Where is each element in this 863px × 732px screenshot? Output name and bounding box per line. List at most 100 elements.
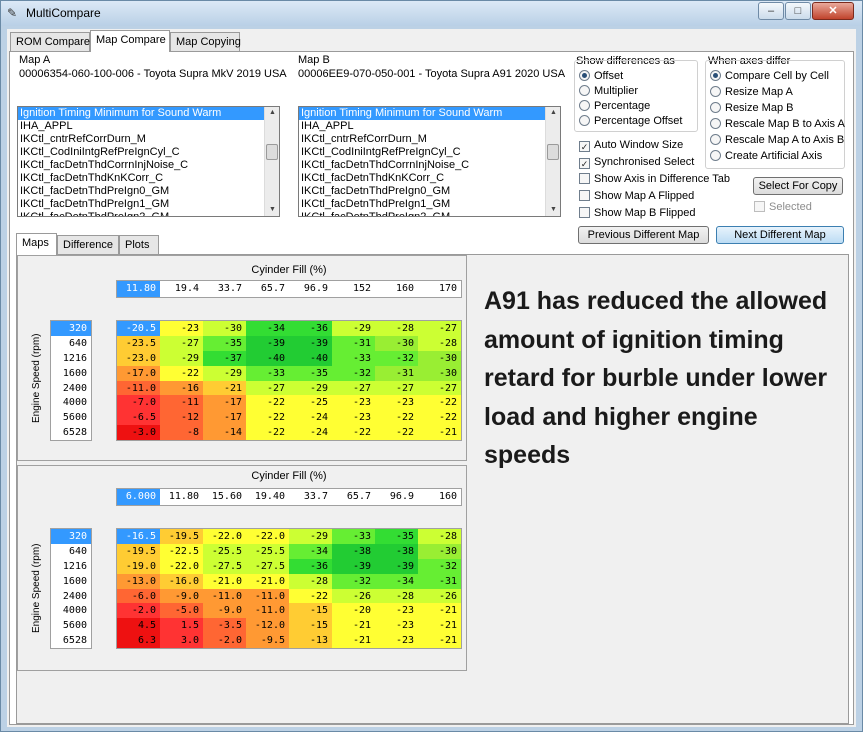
map-cell[interactable]: -5.0 bbox=[160, 603, 203, 619]
map-cell[interactable]: -14 bbox=[203, 425, 246, 441]
scroll-thumb[interactable] bbox=[266, 144, 278, 160]
map-cell[interactable]: -35 bbox=[375, 529, 418, 544]
map-cell[interactable]: -12 bbox=[160, 410, 203, 426]
radio-option[interactable]: Rescale Map A to Axis B bbox=[710, 133, 844, 147]
list-item[interactable]: IKCtl_facDetnThdPreIgn1_GM bbox=[299, 198, 560, 211]
map-cell[interactable]: -28 bbox=[418, 335, 461, 351]
map-cell[interactable]: -9.0 bbox=[203, 603, 246, 619]
map-cell[interactable]: -16 bbox=[160, 380, 203, 396]
radio-option[interactable]: Resize Map A bbox=[710, 85, 793, 99]
map-cell[interactable]: -23 bbox=[160, 321, 203, 336]
map-cell[interactable]: -26 bbox=[418, 588, 461, 604]
list-item[interactable]: Ignition Timing Minimum for Sound Warm bbox=[299, 107, 560, 120]
scroll-up-icon[interactable]: ▲ bbox=[546, 107, 560, 119]
map-cell[interactable]: -11.0 bbox=[117, 380, 160, 396]
map-cell[interactable]: -32 bbox=[332, 365, 375, 381]
map-cell[interactable]: -22 bbox=[246, 425, 289, 441]
map-cell[interactable]: -19.0 bbox=[117, 558, 160, 574]
map-cell[interactable]: -29 bbox=[289, 380, 332, 396]
map-cell[interactable]: -27.5 bbox=[246, 558, 289, 574]
tab-plots[interactable]: Plots bbox=[119, 235, 159, 255]
map-a-scrollbar[interactable]: ▲ ▼ bbox=[264, 107, 279, 216]
x-axis-cell[interactable]: 6.000 bbox=[117, 489, 160, 505]
map-cell[interactable]: -3.5 bbox=[203, 618, 246, 634]
map-cell[interactable]: -3.0 bbox=[117, 425, 160, 441]
x-axis-cell[interactable]: 19.4 bbox=[160, 281, 203, 297]
map-cell[interactable]: -32 bbox=[418, 558, 461, 574]
map-cell[interactable]: -27 bbox=[246, 380, 289, 396]
map-cell[interactable]: -21 bbox=[418, 618, 461, 634]
map-cell[interactable]: -22 bbox=[289, 588, 332, 604]
map-cell[interactable]: -13.0 bbox=[117, 573, 160, 589]
map-cell[interactable]: -21 bbox=[418, 603, 461, 619]
map-cell[interactable]: -21 bbox=[418, 633, 461, 649]
map-cell[interactable]: -30 bbox=[203, 321, 246, 336]
map-cell[interactable]: -22 bbox=[375, 410, 418, 426]
x-axis-cell[interactable]: 96.9 bbox=[289, 281, 332, 297]
map-cell[interactable]: 6.3 bbox=[117, 633, 160, 649]
map-cell[interactable]: -34 bbox=[246, 321, 289, 336]
map-cell[interactable]: -12.0 bbox=[246, 618, 289, 634]
x-axis-cell[interactable]: 65.7 bbox=[246, 281, 289, 297]
map-cell[interactable]: -21 bbox=[332, 633, 375, 649]
map-cell[interactable]: -35 bbox=[203, 335, 246, 351]
map-cell[interactable]: -39 bbox=[332, 558, 375, 574]
y-axis-cell[interactable]: 6528 bbox=[51, 425, 91, 440]
list-item[interactable]: IKCtl_CodIniIntgRefPreIgnCyl_C bbox=[18, 146, 279, 159]
map-cell[interactable]: -11.0 bbox=[246, 588, 289, 604]
list-item[interactable]: Ignition Timing Minimum for Sound Warm bbox=[18, 107, 279, 120]
map-cell[interactable]: -7.0 bbox=[117, 395, 160, 411]
map-cell[interactable]: -17 bbox=[203, 410, 246, 426]
y-axis-cell[interactable]: 4000 bbox=[51, 603, 91, 618]
map-cell[interactable]: -15 bbox=[289, 603, 332, 619]
scroll-up-icon[interactable]: ▲ bbox=[265, 107, 279, 119]
x-axis-cell[interactable]: 19.40 bbox=[246, 489, 289, 505]
map-cell[interactable]: -13 bbox=[289, 633, 332, 649]
map-cell[interactable]: -21.0 bbox=[203, 573, 246, 589]
list-item[interactable]: IKCtl_facDetnThdPreIgn2_GM bbox=[18, 211, 279, 216]
map-cell[interactable]: -33 bbox=[332, 350, 375, 366]
y-axis-cell[interactable]: 320 bbox=[51, 529, 91, 544]
tab-rom-compare[interactable]: ROM Compare bbox=[10, 32, 90, 52]
map-cell[interactable]: -36 bbox=[289, 321, 332, 336]
selected-checkbox[interactable]: Selected bbox=[754, 200, 812, 214]
map-cell[interactable]: -22.0 bbox=[203, 529, 246, 544]
radio-option[interactable]: Create Artificial Axis bbox=[710, 149, 822, 163]
map-cell[interactable]: -33 bbox=[246, 365, 289, 381]
y-axis-cell[interactable]: 1216 bbox=[51, 559, 91, 574]
map-cell[interactable]: -31 bbox=[418, 573, 461, 589]
map-cell[interactable]: -6.0 bbox=[117, 588, 160, 604]
map-cell[interactable]: -35 bbox=[289, 365, 332, 381]
tab-map-compare[interactable]: Map Compare bbox=[90, 30, 170, 52]
list-item[interactable]: IKCtl_facDetnThdPreIgn1_GM bbox=[18, 198, 279, 211]
y-axis-cell[interactable]: 640 bbox=[51, 544, 91, 559]
map-cell[interactable]: -33 bbox=[332, 529, 375, 544]
map-cell[interactable]: -28 bbox=[418, 529, 461, 544]
map-cell[interactable]: -38 bbox=[375, 543, 418, 559]
map-cell[interactable]: -27 bbox=[418, 380, 461, 396]
map-cell[interactable]: -27 bbox=[160, 335, 203, 351]
map-cell[interactable]: -36 bbox=[289, 558, 332, 574]
map-cell[interactable]: -9.5 bbox=[246, 633, 289, 649]
map-cell[interactable]: -22 bbox=[332, 425, 375, 441]
radio-option[interactable]: Percentage Offset bbox=[579, 114, 682, 128]
tab-difference[interactable]: Difference bbox=[57, 235, 119, 255]
map-cell[interactable]: -19.5 bbox=[117, 543, 160, 559]
list-item[interactable]: IKCtl_cntrRefCorrDurn_M bbox=[18, 133, 279, 146]
map-cell[interactable]: -20.5 bbox=[117, 321, 160, 336]
checkbox-option[interactable]: ✓ Synchronised Select bbox=[579, 155, 694, 169]
y-axis-cell[interactable]: 1600 bbox=[51, 366, 91, 381]
map-cell[interactable]: -23 bbox=[375, 395, 418, 411]
map-cell[interactable]: -22 bbox=[418, 410, 461, 426]
map-cell[interactable]: -30 bbox=[418, 365, 461, 381]
radio-option[interactable]: Offset bbox=[579, 69, 623, 83]
checkbox-option[interactable]: ✓ Auto Window Size bbox=[579, 138, 683, 152]
map-cell[interactable]: -6.5 bbox=[117, 410, 160, 426]
list-item[interactable]: IKCtl_facDetnThdCorrnInjNoise_C bbox=[299, 159, 560, 172]
list-item[interactable]: IHA_APPL bbox=[299, 120, 560, 133]
radio-option[interactable]: Rescale Map B to Axis A bbox=[710, 117, 845, 131]
map-cell[interactable]: -23 bbox=[375, 603, 418, 619]
map-cell[interactable]: -27 bbox=[375, 380, 418, 396]
map-cell[interactable]: -19.5 bbox=[160, 529, 203, 544]
scroll-thumb[interactable] bbox=[547, 144, 559, 160]
